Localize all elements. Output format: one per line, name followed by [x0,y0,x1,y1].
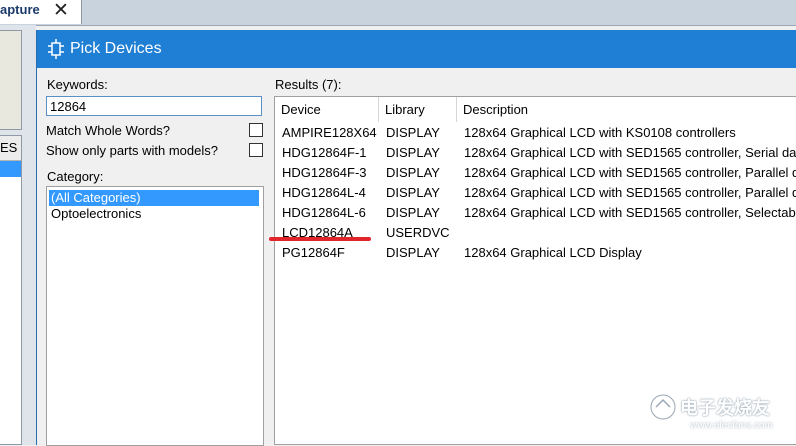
table-row-description[interactable]: 128x64 Graphical LCD Display [457,243,796,263]
match-whole-words-label: Match Whole Words? [46,123,171,138]
watermark: 电子发烧友 www.elecfans.com [646,388,786,436]
category-list[interactable]: (All Categories) Optoelectronics [46,186,264,446]
category-item[interactable]: Optoelectronics [49,206,259,222]
table-row-device[interactable]: HDG12864L-6 [275,203,379,223]
table-row-description[interactable]: 128x64 Graphical LCD with KS0108 control… [457,123,796,143]
watermark-url: www.elecfans.com [690,420,773,431]
background-list-selected-row[interactable] [0,161,21,177]
background-app-toolbar [0,0,796,26]
match-whole-words-checkbox[interactable] [249,123,263,137]
column-header-description[interactable]: Description [457,97,796,122]
watermark-logo-icon [649,393,677,421]
table-row-description[interactable]: 128x64 Graphical LCD with SED1565 contro… [457,183,796,203]
table-row-library[interactable]: DISPLAY [379,203,457,223]
dialog-title: Pick Devices [70,40,162,57]
keywords-input[interactable] [46,96,262,116]
table-row-description[interactable]: 128x64 Graphical LCD with SED1565 contro… [457,203,796,223]
red-underline-annotation [269,237,371,241]
table-row-device[interactable]: HDG12864L-4 [275,183,379,203]
results-label: Results (7): [275,77,342,92]
background-tab-label: apture [0,2,40,17]
background-panel [0,30,22,130]
table-row-description[interactable]: 128x64 Graphical LCD with SED1565 contro… [457,143,796,163]
table-row-description[interactable]: 128x64 Graphical LCD with SED1565 contro… [457,163,796,183]
table-row-description[interactable] [457,223,796,243]
table-row-library[interactable]: DISPLAY [379,123,457,143]
show-only-models-label: Show only parts with models? [46,143,218,158]
table-row-device[interactable]: HDG12864F-1 [275,143,379,163]
close-icon[interactable]: ✕ [53,0,69,23]
table-row-library[interactable]: DISPLAY [379,163,457,183]
table-row-device[interactable]: AMPIRE128X64 [275,123,379,143]
watermark-text: 电子发烧友 [680,398,770,418]
pick-devices-dialog: Pick Devices Keywords: Match Whole Words… [36,30,796,446]
background-list: ES [0,135,22,445]
column-header-library[interactable]: Library [379,97,457,122]
table-row-library[interactable]: DISPLAY [379,143,457,163]
table-row-library[interactable]: DISPLAY [379,243,457,263]
category-label: Category: [47,169,104,184]
column-header-device[interactable]: Device [275,97,379,122]
table-row-device[interactable]: PG12864F [275,243,379,263]
show-only-models-checkbox[interactable] [249,143,263,157]
keywords-label: Keywords: [47,77,108,92]
table-row-library[interactable]: DISPLAY [379,183,457,203]
background-list-header[interactable]: ES [0,136,21,161]
dialog-titlebar[interactable]: Pick Devices [37,30,796,68]
table-row-library[interactable]: USERDVC [379,223,457,243]
table-row-device[interactable]: HDG12864F-3 [275,163,379,183]
category-item[interactable]: (All Categories) [49,190,259,206]
background-tab[interactable]: apture ✕ [0,0,82,24]
component-icon [48,39,64,59]
